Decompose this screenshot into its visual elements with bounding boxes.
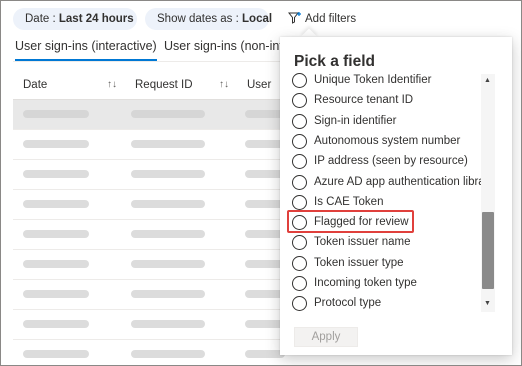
field-option-label: Sign-in identifier (314, 114, 397, 127)
table-cell (245, 110, 285, 118)
add-filters-button[interactable]: Add filters (287, 8, 357, 30)
radio-button[interactable] (292, 276, 307, 291)
show-dates-pill[interactable]: Show dates as : Local (145, 8, 273, 30)
field-option-label: Incoming token type (314, 277, 417, 289)
scrollbar-thumb[interactable] (482, 212, 494, 289)
field-option[interactable]: Unique Token Identifier (292, 71, 482, 91)
table-cell (245, 230, 285, 238)
table-cell (131, 170, 205, 178)
column-header-date[interactable]: Date (23, 79, 47, 91)
date-filter-prefix: Date : (25, 13, 59, 25)
date-filter-value: Last 24 hours (58, 13, 134, 25)
table-cell (23, 110, 89, 118)
table-row[interactable] (13, 250, 293, 280)
radio-button[interactable] (292, 194, 307, 210)
sort-request-id-icon[interactable]: ↑↓ (219, 79, 229, 90)
table-row[interactable] (13, 340, 293, 365)
table-cell (131, 320, 205, 328)
radio-button[interactable] (292, 255, 307, 271)
table-row[interactable] (13, 160, 293, 190)
tab-interactive[interactable]: User sign-ins (interactive) (15, 39, 157, 61)
field-option[interactable]: Token issuer type (292, 254, 482, 274)
table-cell (131, 350, 205, 358)
table-row[interactable] (13, 190, 293, 220)
radio-button[interactable] (292, 154, 307, 170)
apply-button[interactable]: Apply (294, 327, 358, 347)
table-cell (23, 320, 89, 328)
table-row[interactable] (13, 220, 293, 250)
add-filter-icon (287, 12, 301, 24)
scroll-up-arrow-icon[interactable]: ▲ (484, 77, 491, 84)
table-cell (131, 140, 205, 148)
table-cell (23, 290, 89, 298)
field-option[interactable]: Token issuer name (292, 233, 482, 253)
field-option[interactable]: Protocol type (292, 294, 482, 314)
field-option[interactable]: Autonomous system number (292, 132, 482, 152)
column-header-user[interactable]: User (247, 79, 271, 91)
field-option-label: Unique Token Identifier (314, 74, 432, 86)
table-cell (131, 110, 205, 118)
field-option[interactable]: Incoming token type (292, 274, 482, 294)
table-cell (23, 170, 89, 178)
table-cell (131, 290, 205, 298)
table-cell (245, 290, 285, 298)
field-option-label: Is CAE Token (314, 195, 384, 208)
table-cell (131, 260, 205, 268)
field-option-label: Azure AD app authentication library (314, 175, 495, 188)
sign-ins-panel: Date : Last 24 hours Show dates as : Loc… (0, 0, 522, 366)
field-option[interactable]: Azure AD app authentication library (292, 173, 494, 193)
field-option[interactable]: Sign-in identifier (292, 112, 482, 132)
tab-non-interactive[interactable]: User sign-ins (non-inte (164, 39, 290, 53)
table-row[interactable] (13, 100, 293, 130)
table-cell (23, 140, 89, 148)
radio-button[interactable] (292, 93, 307, 109)
table-cell (245, 260, 285, 268)
table-row[interactable] (13, 280, 293, 310)
field-option-label: Autonomous system number (314, 134, 461, 147)
table-cell (245, 170, 285, 178)
field-option-label: Protocol type (314, 297, 382, 310)
radio-button[interactable] (292, 235, 307, 251)
show-dates-prefix: Show dates as : (157, 13, 243, 25)
scroll-down-arrow-icon[interactable]: ▼ (484, 300, 491, 307)
field-option-label: Token issuer type (314, 256, 404, 269)
date-filter-pill[interactable]: Date : Last 24 hours (13, 8, 137, 30)
column-header-request-id[interactable]: Request ID (135, 79, 193, 91)
table-cell (23, 230, 89, 238)
flagged-for-review-highlight (287, 210, 414, 233)
radio-button[interactable] (292, 113, 307, 129)
field-option-label: Resource tenant ID (314, 94, 414, 107)
tab-divider (13, 61, 293, 62)
popup-title: Pick a field (294, 53, 375, 70)
table-cell (131, 230, 205, 238)
show-dates-value: Local (242, 13, 273, 25)
add-filters-label: Add filters (305, 13, 357, 25)
table-cell (245, 200, 285, 208)
field-option[interactable]: IP address (seen by resource) (292, 152, 482, 172)
field-option-label: IP address (seen by resource) (314, 155, 468, 168)
table-cell (245, 140, 285, 148)
radio-button[interactable] (292, 133, 307, 149)
table-cell (23, 200, 89, 208)
table-row[interactable] (13, 310, 293, 340)
table-cell (23, 350, 89, 358)
field-option[interactable]: Resource tenant ID (292, 91, 482, 111)
sort-date-icon[interactable]: ↑↓ (107, 79, 117, 90)
table-cell (245, 320, 285, 328)
table-row[interactable] (13, 130, 293, 160)
table-cell (245, 350, 285, 358)
table-cell (131, 200, 205, 208)
table-cell (23, 260, 89, 268)
radio-button[interactable] (292, 174, 307, 190)
radio-button[interactable] (292, 73, 307, 88)
field-option-label: Token issuer name (314, 236, 411, 249)
radio-button[interactable] (292, 296, 307, 312)
